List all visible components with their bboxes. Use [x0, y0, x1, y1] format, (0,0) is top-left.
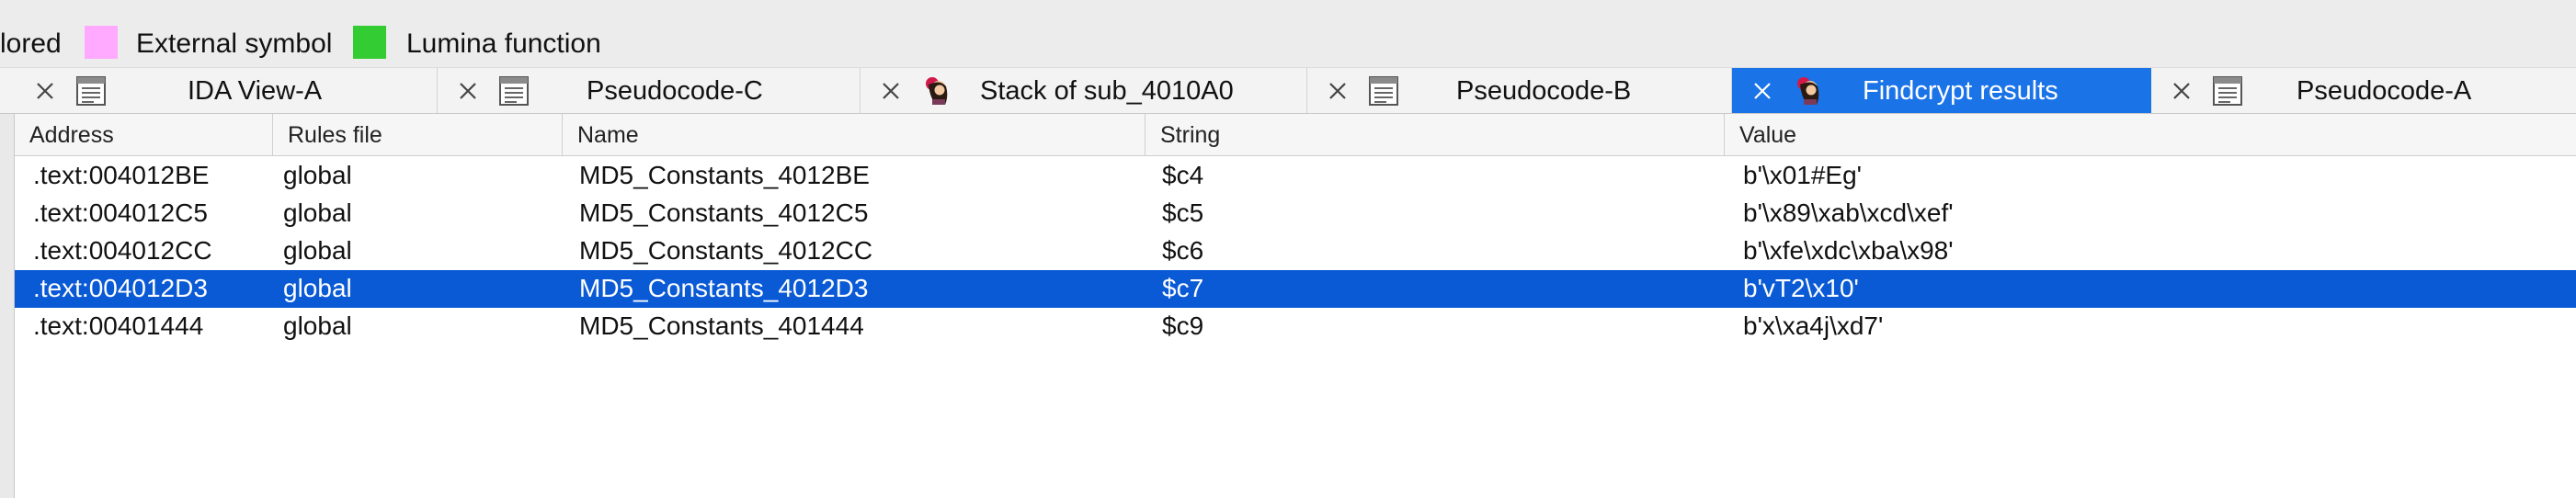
column-header-address[interactable]: Address [15, 114, 273, 155]
disassembly-view-icon [498, 75, 530, 107]
column-header-string[interactable]: String [1146, 114, 1725, 155]
tab-findcrypt-results[interactable]: Findcrypt results [1732, 68, 2151, 113]
table-row-selected[interactable]: .text:004012D3 global MD5_Constants_4012… [15, 270, 2576, 308]
tab-stack-of-sub-4010a0[interactable]: Stack of sub_4010A0 [861, 68, 1307, 113]
ida-lady-icon [921, 75, 952, 107]
cell-rules-file: global [283, 198, 352, 227]
lumina-function-swatch [353, 26, 386, 59]
tab-label: Stack of sub_4010A0 [980, 76, 1234, 106]
column-header-label: Address [29, 122, 114, 148]
legend-bar: lored External symbol Lumina function [0, 0, 2576, 68]
cell-address: .text:004012D3 [33, 274, 208, 302]
disassembly-view-icon [75, 75, 107, 107]
external-symbol-swatch [85, 26, 118, 59]
cell-address: .text:004012CC [33, 236, 212, 265]
tab-label: Pseudocode-C [587, 76, 763, 106]
cell-name: MD5_Constants_4012D3 [579, 274, 869, 302]
cell-address: .text:004012C5 [33, 198, 208, 227]
legend-label-external-symbol: External symbol [136, 28, 333, 59]
cell-string: $c6 [1162, 236, 1204, 265]
results-table-body: .text:004012BE global MD5_Constants_4012… [15, 157, 2576, 345]
column-header-name[interactable]: Name [563, 114, 1146, 155]
cell-value: b'vT2\x10' [1743, 274, 1859, 302]
table-row[interactable]: .text:004012CC global MD5_Constants_4012… [15, 232, 2576, 270]
cell-name: MD5_Constants_4012BE [579, 161, 870, 189]
close-icon[interactable] [33, 79, 57, 103]
cell-name: MD5_Constants_4012C5 [579, 198, 869, 227]
cell-address: .text:00401444 [33, 311, 204, 340]
tab-label: Findcrypt results [1863, 76, 2058, 106]
close-icon[interactable] [456, 79, 480, 103]
cell-string: $c7 [1162, 274, 1204, 302]
cell-rules-file: global [283, 274, 352, 302]
column-header-value[interactable]: Value [1725, 114, 2576, 155]
cell-rules-file: global [283, 236, 352, 265]
tab-pseudocode-b[interactable]: Pseudocode-B [1307, 68, 1732, 113]
column-header-label: String [1160, 122, 1221, 148]
disassembly-view-icon [2212, 75, 2243, 107]
table-row[interactable]: .text:004012BE global MD5_Constants_4012… [15, 157, 2576, 195]
cell-name: MD5_Constants_401444 [579, 311, 864, 340]
cell-value: b'x\xa4j\xd7' [1743, 311, 1884, 340]
legend-label-colored: lored [0, 28, 62, 59]
tab-bar: IDA View-A Pseudocode-C Stack of sub_401… [0, 68, 2576, 114]
cell-string: $c9 [1162, 311, 1204, 340]
cell-value: b'\xfe\xdc\xba\x98' [1743, 236, 1954, 265]
tab-pseudocode-c[interactable]: Pseudocode-C [438, 68, 861, 113]
close-icon[interactable] [879, 79, 903, 103]
cell-value: b'\x89\xab\xcd\xef' [1743, 198, 1954, 227]
table-row[interactable]: .text:004012C5 global MD5_Constants_4012… [15, 195, 2576, 232]
cell-rules-file: global [283, 311, 352, 340]
close-icon[interactable] [1750, 79, 1774, 103]
column-header-label: Rules file [288, 122, 382, 148]
column-header-rules-file[interactable]: Rules file [273, 114, 563, 155]
left-panel-edge [0, 114, 15, 498]
cell-string: $c4 [1162, 161, 1204, 189]
tab-label: Pseudocode-A [2297, 76, 2472, 106]
close-icon[interactable] [2170, 79, 2194, 103]
tab-ida-view-a[interactable]: IDA View-A [15, 68, 438, 113]
results-table-header: Address Rules file Name String Value [15, 114, 2576, 156]
column-header-label: Value [1739, 122, 1797, 148]
legend-label-lumina-function: Lumina function [406, 28, 601, 59]
cell-rules-file: global [283, 161, 352, 189]
tab-pseudocode-a[interactable]: Pseudocode-A [2151, 68, 2576, 113]
cell-name: MD5_Constants_4012CC [579, 236, 873, 265]
tab-label: IDA View-A [188, 76, 323, 106]
ida-lady-icon [1793, 75, 1824, 107]
column-header-label: Name [577, 122, 639, 148]
tab-label: Pseudocode-B [1456, 76, 1632, 106]
disassembly-view-icon [1368, 75, 1399, 107]
cell-string: $c5 [1162, 198, 1204, 227]
cell-value: b'\x01#Eg' [1743, 161, 1863, 189]
table-row[interactable]: .text:00401444 global MD5_Constants_4014… [15, 308, 2576, 345]
close-icon[interactable] [1326, 79, 1350, 103]
cell-address: .text:004012BE [33, 161, 210, 189]
